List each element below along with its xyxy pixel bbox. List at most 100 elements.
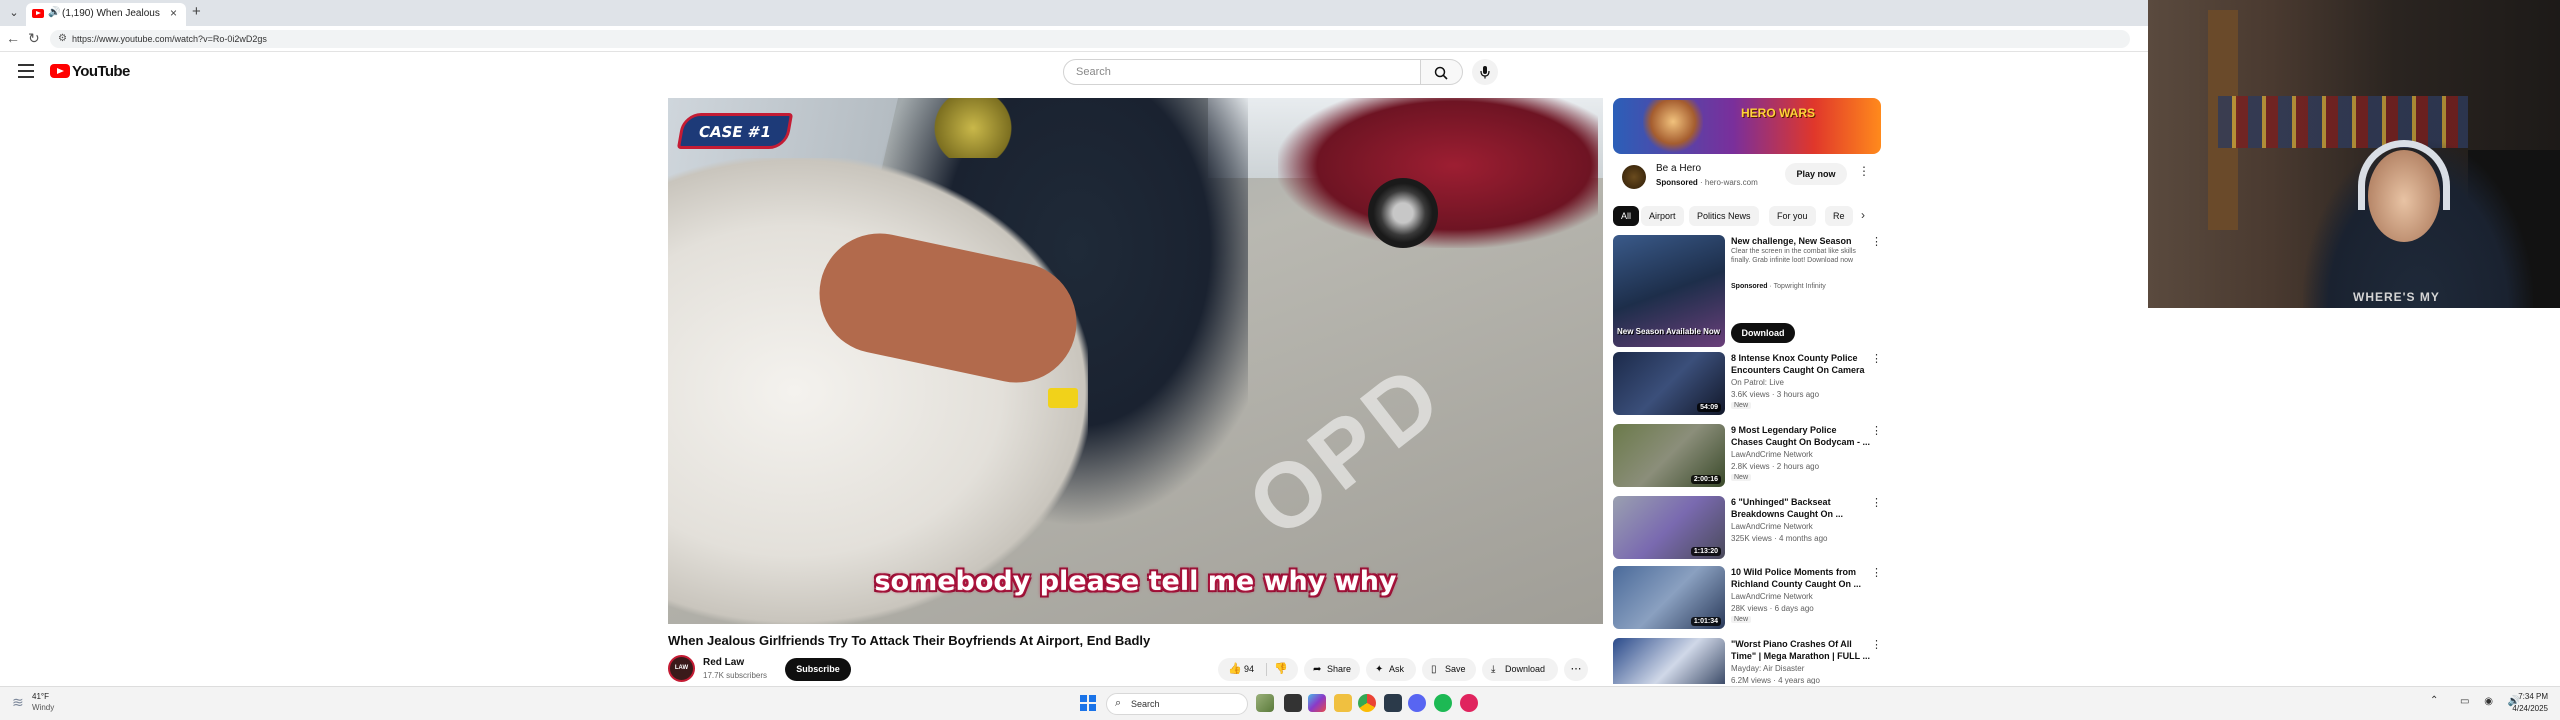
rec-more-icon[interactable]: ⋮ — [1871, 638, 1881, 651]
save-label: Save — [1445, 664, 1466, 674]
search-button[interactable] — [1421, 59, 1463, 85]
weather-wind-icon[interactable]: ≋ — [12, 694, 24, 711]
clock-time[interactable]: 7:34 PM — [2508, 692, 2548, 701]
rec-more-icon[interactable]: ⋮ — [1871, 352, 1882, 365]
search-input[interactable]: Search — [1063, 59, 1421, 85]
channel-avatar-text: LAW — [674, 665, 689, 671]
rec-thumbnail[interactable]: 1:13:20 — [1613, 496, 1725, 559]
recommendation-item[interactable]: 1:01:34 10 Wild Police Moments from Rich… — [1613, 566, 1882, 632]
rec-title[interactable]: 9 Most Legendary Police Chases Caught On… — [1731, 424, 1871, 448]
save-button[interactable]: ▯ Save — [1422, 658, 1476, 681]
search-icon — [1434, 66, 1448, 80]
video-frame-detained-person — [668, 158, 1088, 624]
tray-overflow-chevron-icon[interactable]: ⌃ — [2430, 695, 2438, 706]
video-caption: somebody please tell me why why — [874, 566, 1397, 597]
share-button[interactable]: ➦ Share — [1304, 658, 1360, 681]
ask-button[interactable]: ✦ Ask — [1366, 658, 1416, 681]
recommendation-item[interactable]: 54:09 8 Intense Knox County Police Encou… — [1613, 352, 1882, 418]
tab-title: (1,190) When Jealous Girlfrie... — [62, 8, 162, 19]
rec-thumbnail[interactable]: 2:00:16 — [1613, 424, 1725, 487]
rec-channel[interactable]: LawAndCrime Network — [1731, 450, 1813, 459]
taskbar-search-box[interactable]: ⌕ Search — [1106, 693, 1248, 715]
more-actions-icon[interactable]: ⋯ — [1564, 658, 1588, 681]
rec-new-badge: New — [1731, 402, 1752, 409]
tab-audio-icon[interactable]: 🔊 — [48, 7, 60, 18]
chip-airport[interactable]: Airport — [1641, 206, 1684, 226]
voice-search-button[interactable] — [1472, 59, 1498, 85]
rec-thumbnail[interactable]: 1:01:34 — [1613, 566, 1725, 629]
like-count[interactable]: 94 — [1244, 658, 1254, 681]
store-icon[interactable] — [1384, 694, 1402, 712]
rec-title[interactable]: 6 "Unhinged" Backseat Breakdowns Caught … — [1731, 496, 1871, 520]
chip-more[interactable]: Re — [1825, 206, 1853, 226]
taskbar-photo-widget-icon[interactable] — [1256, 694, 1274, 712]
rec-title[interactable]: "Worst Piano Crashes Of All Time" | Mega… — [1731, 638, 1871, 662]
reload-icon[interactable]: ↻ — [28, 30, 40, 47]
video-player[interactable]: OPD CASE #1 somebody please tell me why … — [668, 98, 1603, 624]
ad-play-now-button[interactable]: Play now — [1785, 163, 1847, 185]
tab-close-icon[interactable]: × — [170, 6, 177, 20]
rec-thumbnail[interactable]: 54:09 — [1613, 352, 1725, 415]
rec-more-icon[interactable]: ⋮ — [1871, 424, 1882, 437]
sponsored-download-button[interactable]: Download — [1731, 323, 1795, 343]
rec-thumbnail[interactable] — [1613, 638, 1725, 684]
rec-more-icon[interactable]: ⋮ — [1871, 566, 1882, 579]
copilot-icon[interactable] — [1308, 694, 1326, 712]
browser-tab-bar: ⌄ 🔊 (1,190) When Jealous Girlfrie... × + — [0, 0, 2148, 26]
ad-title[interactable]: Be a Hero — [1656, 163, 1701, 174]
weather-temperature[interactable]: 41°F — [32, 692, 49, 701]
chrome-icon[interactable] — [1358, 694, 1376, 712]
video-frame-taser — [1048, 388, 1078, 408]
download-button[interactable]: ⤓ Download — [1482, 658, 1558, 681]
rec-channel[interactable]: On Patrol: Live — [1731, 378, 1784, 387]
youtube-logo-text[interactable]: YouTube — [72, 63, 130, 80]
channel-avatar[interactable]: LAW — [668, 655, 695, 682]
rec-title[interactable]: 8 Intense Knox County Police Encounters … — [1731, 352, 1871, 376]
rec-more-icon[interactable]: ⋮ — [1871, 235, 1882, 248]
recommendation-item[interactable]: 2:00:16 9 Most Legendary Police Chases C… — [1613, 424, 1882, 490]
tab-search-dropdown-icon[interactable]: ⌄ — [6, 5, 22, 21]
subscribe-button[interactable]: Subscribe — [785, 658, 851, 681]
spotify-icon[interactable] — [1434, 694, 1452, 712]
chip-for-you[interactable]: For you — [1769, 206, 1816, 226]
ad-domain: hero-wars.com — [1704, 178, 1758, 187]
chip-next-arrow-icon[interactable]: › — [1861, 208, 1865, 222]
rec-channel[interactable]: Mayday: Air Disaster — [1731, 664, 1804, 673]
channel-name[interactable]: Red Law — [703, 657, 744, 668]
rec-title[interactable]: 10 Wild Police Moments from Richland Cou… — [1731, 566, 1871, 590]
windows-start-icon[interactable] — [1080, 695, 1096, 711]
back-arrow-icon[interactable]: ← — [6, 30, 20, 46]
ad-banner-image[interactable]: HERO WARS — [1613, 98, 1881, 154]
thumbs-down-icon[interactable]: 👎 — [1274, 658, 1288, 681]
thumbs-up-icon[interactable]: 👍 — [1228, 658, 1242, 681]
rec-new-badge: New — [1731, 616, 1752, 623]
rec-channel[interactable]: LawAndCrime Network — [1731, 522, 1813, 531]
new-tab-icon[interactable]: + — [192, 3, 201, 20]
file-explorer-icon[interactable] — [1334, 694, 1352, 712]
recommendation-item[interactable]: "Worst Piano Crashes Of All Time" | Mega… — [1613, 638, 1881, 684]
sponsored-recommendation[interactable]: New Season Available Now New challenge, … — [1613, 235, 1882, 347]
ad-more-icon[interactable]: ⋮ — [1858, 164, 1870, 178]
rec-title[interactable]: New challenge, New Season — [1731, 235, 1871, 247]
site-info-icon[interactable]: ⚙ — [58, 33, 67, 44]
discord-icon[interactable] — [1408, 694, 1426, 712]
app-icon[interactable] — [1460, 694, 1478, 712]
chip-all[interactable]: All — [1613, 206, 1640, 226]
chip-politics-news[interactable]: Politics News — [1689, 206, 1759, 226]
weather-description[interactable]: Windy — [32, 703, 54, 712]
ad-advertiser-logo[interactable] — [1622, 165, 1646, 189]
sponsored-thumbnail[interactable]: New Season Available Now — [1613, 235, 1725, 347]
rec-new-badge: New — [1731, 474, 1752, 481]
rec-more-icon[interactable]: ⋮ — [1871, 496, 1882, 509]
rec-channel[interactable]: LawAndCrime Network — [1731, 592, 1813, 601]
task-view-icon[interactable] — [1284, 694, 1302, 712]
recommendation-item[interactable]: 1:13:20 6 "Unhinged" Backseat Breakdowns… — [1613, 496, 1882, 562]
hamburger-menu-icon[interactable] — [18, 64, 34, 78]
taskbar-search-text: Search — [1131, 699, 1160, 709]
clock-date[interactable]: 4/24/2025 — [2500, 704, 2548, 713]
rec-meta: 28K views · 6 days ago — [1731, 604, 1814, 613]
share-arrow-icon: ➦ — [1313, 664, 1322, 675]
url-field[interactable]: ⚙ https://www.youtube.com/watch?v=Ro-0i2… — [50, 30, 2130, 48]
youtube-logo-icon[interactable] — [50, 64, 70, 78]
browser-tab[interactable]: 🔊 (1,190) When Jealous Girlfrie... × — [26, 3, 186, 26]
